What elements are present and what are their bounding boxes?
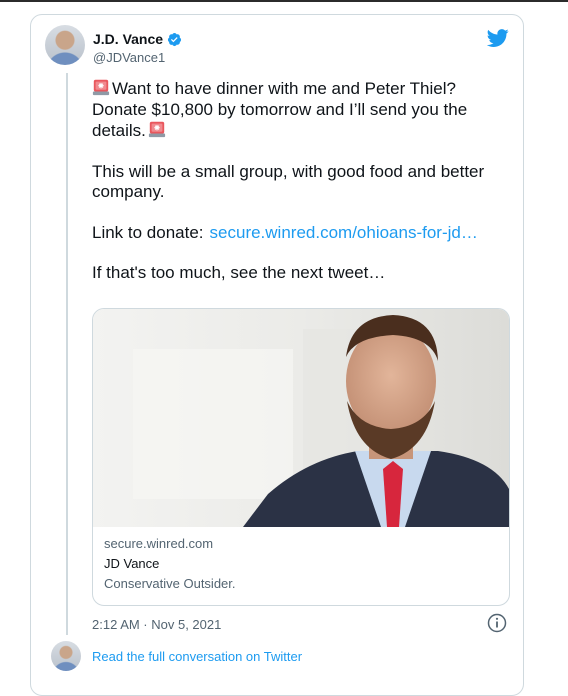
- top-border: [0, 0, 568, 2]
- author-name[interactable]: J.D. Vance: [93, 31, 163, 47]
- author-block[interactable]: J.D. Vance @JDVance1: [93, 31, 182, 65]
- tweet-paragraph-3: Link to donate: secure.winred.com/ohioans…: [92, 223, 512, 244]
- embedded-tweet-card: J.D. Vance @JDVance1 Want to have dinner…: [30, 14, 524, 696]
- author-handle[interactable]: @JDVance1: [93, 50, 182, 65]
- verified-badge-icon: [167, 32, 182, 46]
- author-name-row[interactable]: J.D. Vance: [93, 31, 182, 47]
- link-preview-image[interactable]: [93, 309, 509, 527]
- donate-link[interactable]: secure.winred.com/ohioans-for-jd…: [210, 223, 478, 242]
- read-full-conversation-link[interactable]: Read the full conversation on Twitter: [92, 649, 302, 664]
- tweet-paragraph-1: Want to have dinner with me and Peter Th…: [92, 78, 512, 142]
- reply-avatar[interactable]: [51, 641, 81, 671]
- tweet-paragraph-2: This will be a small group, with good fo…: [92, 161, 485, 202]
- info-icon[interactable]: [487, 613, 507, 633]
- tweet-timestamp[interactable]: 2:12 AM · Nov 5, 2021: [92, 617, 221, 632]
- author-avatar[interactable]: [45, 25, 85, 65]
- police-light-icon: [148, 121, 165, 138]
- police-light-icon: [92, 79, 110, 96]
- tweet-paragraph-4: If that's too much, see the next tweet…: [92, 263, 386, 282]
- link-preview-title: JD Vance: [104, 556, 160, 571]
- twitter-bird-icon[interactable]: [487, 27, 509, 49]
- tweet-text: Want to have dinner with me and Peter Th…: [92, 78, 512, 284]
- link-preview-domain: secure.winred.com: [104, 536, 214, 551]
- link-preview-description: Conservative Outsider.: [104, 576, 236, 591]
- thread-line: [66, 73, 68, 635]
- link-preview-meta: secure.winred.com JD Vance Conservative …: [104, 534, 236, 594]
- link-preview-card[interactable]: secure.winred.com JD Vance Conservative …: [92, 308, 510, 606]
- donate-label: Link to donate:: [92, 222, 204, 242]
